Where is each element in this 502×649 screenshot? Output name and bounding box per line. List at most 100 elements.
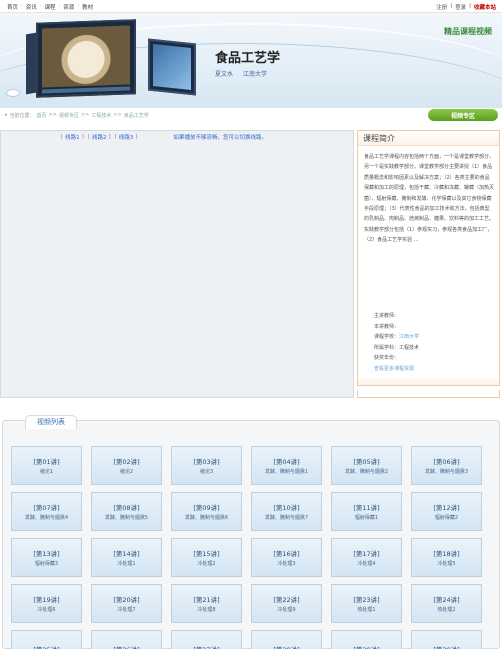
line-bracket: [ [87,134,90,140]
video-item[interactable]: [第05讲] 发酵、腌制与烟熏2 [331,446,402,485]
video-item-title: 绪论1 [39,469,54,475]
line-3-label: 线路3 [118,135,134,141]
video-item-title: 冷处理9 [277,607,296,613]
video-item[interactable]: [第25讲] [11,630,82,649]
meta-school-link[interactable]: 江南大学 [399,334,419,340]
line-2-label: 线路2 [91,135,107,141]
video-item[interactable]: [第22讲] 冷处理9 [251,584,322,623]
line-bracket: [ [114,134,117,140]
video-item[interactable]: [第14讲] 冷处理1 [91,538,162,577]
video-item[interactable]: [第04讲] 发酵、腌制与烟熏1 [251,446,322,485]
video-item-number: [第30讲] [433,644,459,649]
video-item-number: [第04讲] [273,458,300,466]
video-item[interactable]: [第16讲] 冷处理3 [251,538,322,577]
video-item[interactable]: [第29讲] [331,630,402,649]
video-item[interactable]: [第06讲] 发酵、腌制与烟熏3 [411,446,482,485]
video-item[interactable]: [第18讲] 冷处理5 [411,538,482,577]
breadcrumb-row: ▸ 当前位置： 首页 >> 视频专区 >> 工程技术 >> 食品工艺学 视频专区 [0,108,502,122]
course-author: 夏文水 [215,71,234,78]
nav-courses[interactable]: 课程 [45,3,56,11]
video-item[interactable]: [第26讲] [91,630,162,649]
meta-teacher-label: 本讲教师： [374,323,400,330]
breadcrumb-separator: >> [80,112,90,118]
nav-separator: · [77,3,80,9]
video-item-title: 辐射保藏2 [434,515,459,521]
line-bracket: [ [61,134,64,140]
video-item-number: [第14讲] [113,550,140,558]
banner-screen-image [148,38,196,96]
video-zone-button[interactable]: 视频专区 [428,109,498,121]
meta-lecturer-label: 主讲教师： [374,313,400,319]
side-panel-footer [357,390,500,398]
meta-teacher: 本讲教师： [374,322,419,333]
meta-award-label: 获奖年份： [374,355,400,361]
register-link[interactable]: 注册 [436,3,447,11]
line-3[interactable]: [ 线路3 ] [115,133,138,141]
video-player[interactable]: [ 线路1 ] [ 线路2 ] [ 线路3 ] 如果播放不够流畅，您可以切换线路… [0,130,354,398]
line-2[interactable]: [ 线路2 ] [88,133,111,141]
video-item-number: [第21讲] [193,596,220,604]
video-item[interactable]: [第24讲] 热处理2 [411,584,482,623]
video-item[interactable]: [第10讲] 发酵、腌制与烟熏7 [251,492,322,531]
course-school: 江南大学 [243,71,268,78]
favorite-link[interactable]: 收藏本站 [474,3,496,11]
line-1[interactable]: [ 线路1 ] [61,133,84,141]
video-item[interactable]: [第30讲] [411,630,482,649]
video-item[interactable]: [第11讲] 辐射保藏1 [331,492,402,531]
course-meta: 主讲教师： 本讲教师： 课程学校：江南大学 所属学科：工程技术 获奖年份： 查看… [374,311,419,374]
nav-separator: · [39,3,42,9]
breadcrumb-engineering[interactable]: 工程技术 [91,112,111,119]
video-item-title: 发酵、腌制与烟熏2 [344,469,389,475]
video-item[interactable]: [第03讲] 绪论3 [171,446,242,485]
login-link[interactable]: 登录 [455,3,466,11]
video-item-number: [第22讲] [273,596,300,604]
video-item-title: 发酵、腌制与烟熏1 [264,469,309,475]
video-item[interactable]: [第28讲] [251,630,322,649]
video-item[interactable]: [第08讲] 发酵、腌制与烟熏5 [91,492,162,531]
video-item[interactable]: [第01讲] 绪论1 [11,446,82,485]
video-item-number: [第24讲] [433,596,460,604]
video-item-title: 辐射保藏3 [34,561,59,567]
video-item-title: 冷处理2 [197,561,216,567]
video-item[interactable]: [第02讲] 绪论2 [91,446,162,485]
video-item[interactable]: [第21讲] 冷处理8 [171,584,242,623]
video-item[interactable]: [第27讲] [171,630,242,649]
video-item[interactable]: [第13讲] 辐射保藏3 [11,538,82,577]
video-item-title: 冷处理7 [117,607,136,613]
video-item-title: 发酵、腌制与烟熏4 [24,515,69,521]
nav-news[interactable]: 资讯 [26,3,37,11]
meta-award: 获奖年份： [374,353,419,364]
breadcrumb-course[interactable]: 食品工艺学 [124,112,149,119]
video-item[interactable]: [第12讲] 辐射保藏2 [411,492,482,531]
video-item-number: [第03讲] [193,458,220,466]
video-item-number: [第07讲] [33,504,60,512]
nav-separator: · [58,3,61,9]
more-resources-link[interactable]: 查看更多课程资源 [374,364,419,375]
video-item[interactable]: [第19讲] 冷处理6 [11,584,82,623]
meta-school: 课程学校：江南大学 [374,332,419,343]
nav-textbooks[interactable]: 教材 [82,3,93,11]
course-byline: 夏文水 江南大学 [215,69,267,78]
nav-home[interactable]: 首页 [7,3,18,11]
video-item[interactable]: [第20讲] 冷处理7 [91,584,162,623]
video-item-number: [第29讲] [353,644,379,649]
video-item-number: [第13讲] [33,550,60,558]
link-divider: | [469,3,471,9]
link-divider: | [450,3,453,9]
video-item-title: 绪论2 [119,469,134,475]
video-item[interactable]: [第17讲] 冷处理4 [331,538,402,577]
video-item-number: [第06讲] [433,458,460,466]
breadcrumb-video-zone[interactable]: 视频专区 [59,112,79,119]
line-switch-hint: 如果播放不够流畅，您可以切换线路。 [173,135,267,141]
banner-screen-image [36,19,136,98]
video-item-title: 绪论3 [199,469,214,475]
video-item-title: 发酵、腌制与烟熏6 [184,515,229,521]
video-item[interactable]: [第23讲] 热处理1 [331,584,402,623]
video-item[interactable]: [第09讲] 发酵、腌制与烟熏6 [171,492,242,531]
video-item[interactable]: [第15讲] 冷处理2 [171,538,242,577]
video-item[interactable]: [第07讲] 发酵、腌制与烟熏4 [11,492,82,531]
meta-subject-value: 工程技术 [399,344,420,351]
nav-resources[interactable]: 资源 [63,3,74,11]
breadcrumb-home[interactable]: 首页 [37,112,47,119]
video-list-tab[interactable]: 视频列表 [25,415,77,429]
